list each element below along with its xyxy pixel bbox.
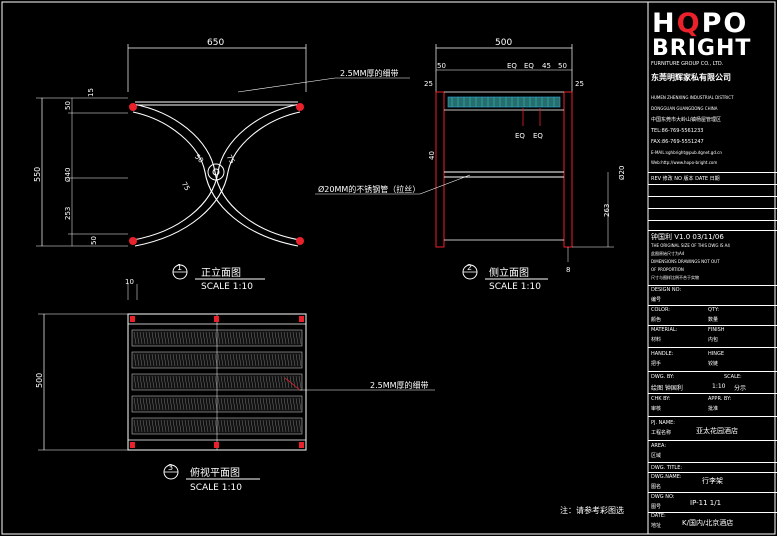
color-cn: 颜色 (651, 317, 662, 323)
address-line-2: DONGGUAN GUANGDONG CHINA (651, 106, 718, 111)
color-label: COLOR: (651, 307, 670, 313)
title-block: HQPO BRIGHT FURNITURE GROUP CO., LTD. 东莞… (648, 0, 777, 536)
dwg-name-cn: 图名 (651, 484, 662, 490)
front-view-number: 1 (177, 263, 182, 272)
handle-label: HANDLE: (651, 351, 674, 357)
appr-by-cn: 批准 (708, 406, 719, 412)
side-view-number: 2 (467, 263, 472, 272)
qty-label: QTY: (708, 307, 720, 313)
dim-side-eq3: EQ (515, 132, 525, 140)
dim-side-8: 8 (566, 266, 570, 274)
dwg-by-label: DWG. BY: (651, 374, 675, 380)
fax: FAX:86-769-5551247 (651, 139, 704, 145)
area-cn: 区域 (651, 453, 662, 459)
hinge-cn: 铰链 (708, 361, 719, 367)
top-view-number: 3 (168, 463, 173, 472)
qty-cn: 数量 (708, 317, 719, 323)
furniture-group: FURNITURE GROUP CO., LTD. (651, 61, 724, 67)
front-view-scale: SCALE 1:10 (201, 282, 253, 292)
bottom-note: 注：请参考彩图选 (560, 505, 624, 515)
dim-front-height: 550 (33, 167, 42, 182)
dim-side-263: 263 (603, 204, 611, 217)
project-name: 亚太花园酒店 (696, 427, 738, 435)
drawing-number: IP-11 1/1 (690, 499, 722, 507)
chk-by-label: CHK BY: (651, 396, 671, 402)
top-view-scale: SCALE 1:10 (190, 483, 242, 493)
area-label: AREA: (651, 443, 667, 449)
dim-front-253: 253 (64, 207, 72, 220)
dim-side-width: 500 (495, 38, 512, 48)
dwg-no-label: DWG NO: (651, 494, 675, 500)
scale-cn: 分示 (734, 385, 747, 392)
design-no-cn: 编号 (651, 297, 662, 303)
dwg-no-cn: 图号 (651, 504, 662, 510)
dim-side-25a: 25 (424, 80, 433, 88)
email: E-MAIL:sghbright@pub.dgnet.gd.cn (651, 150, 722, 155)
dwg-by-value: 绘图 钟国利 (651, 385, 683, 392)
note-tube-side: Ø20MM的不锈钢管（拉丝） (318, 184, 420, 194)
date-value: K/国内/北京酒店 (682, 519, 734, 527)
dim-side-25b: 25 (575, 80, 584, 88)
company-name-cn: 东莞明辉家私有限公司 (651, 73, 731, 82)
dwg-name-label: DWG.NAME: (651, 474, 682, 480)
side-view-scale: SCALE 1:10 (489, 282, 541, 292)
date-label: DATE: (651, 513, 666, 519)
date-cn: 地址 (651, 523, 662, 529)
note-belt-front: 2.5MM厚的细带 (340, 68, 399, 78)
dim-front-width: 650 (207, 38, 224, 48)
brand-logo: HQPO (652, 8, 749, 39)
drawing-name: 行李架 (702, 477, 723, 485)
hinge-label: HINGE (708, 351, 725, 357)
scale-value: 1:10 (712, 383, 726, 390)
material-label: MATERIAL: (651, 327, 678, 333)
brand-bright: BRIGHT (652, 36, 752, 61)
dim-side-eq2: EQ (524, 62, 534, 70)
version-row: 钟国利 V1.0 03/11/06 (651, 233, 724, 241)
original-size-4: OF PROPORTION (651, 267, 684, 272)
address-line-3: 中国东莞市大岭山镇杨屋管理区 (651, 117, 722, 123)
original-size-3: DIMENSIONS DRAWINGS NOT OUT (651, 259, 720, 264)
design-no-label: DESIGN NO: (651, 287, 682, 293)
pj-name-label: PJ. NAME: (651, 420, 675, 426)
material-cn: 材料 (651, 337, 662, 343)
finish-cn: 内包 (708, 337, 719, 343)
original-size-2: 此图原始尺寸为A4 (651, 251, 685, 256)
original-size-1: THE ORIGINAL SIZE OF THIS DWG IS A4 (651, 243, 730, 248)
scale-label: SCALE: (724, 374, 742, 380)
website: Web:http://www.hopo-bright.com (651, 160, 718, 165)
top-view-title: 俯视平面图 (190, 466, 240, 479)
pj-name-cn: 工程名称 (651, 430, 672, 436)
dim-top-500: 500 (35, 373, 44, 388)
dim-side-50a: 50 (437, 62, 446, 70)
tel: TEL:86-769-5561233 (651, 128, 704, 134)
dim-side-45: 45 (542, 62, 551, 70)
revision-header: REV 修改 NO 版本 DATE 日期 (651, 176, 720, 182)
dim-side-eq1: EQ (507, 62, 517, 70)
dwg-title-label: DWG. TITLE: (651, 465, 683, 471)
chk-by-cn: 审核 (651, 406, 662, 412)
dim-front-40: Ø40 (64, 168, 72, 182)
side-view-title: 侧立面图 (489, 266, 529, 279)
finish-label: FINISH (708, 327, 725, 333)
note-belt-top: 2.5MM厚的细带 (370, 380, 429, 390)
dim-front-50a: 50 (64, 101, 72, 110)
original-size-5: 尺寸与图样比例不合于实物 (651, 275, 699, 280)
dim-top-10: 10 (125, 278, 134, 286)
dim-front-15: 15 (87, 88, 95, 97)
address-line-1: HUMEN ZHENXING INDUSTRIAL DISTRICT (651, 95, 734, 100)
dim-front-50b: 50 (90, 236, 98, 245)
front-view-title: 正立面图 (201, 266, 241, 279)
dim-side-left: 40 (428, 151, 436, 160)
appr-by-label: APPR. BY: (708, 396, 732, 402)
dim-side-eq4: EQ (533, 132, 543, 140)
dim-side-20: Ø20 (618, 166, 626, 180)
dim-side-50b: 50 (558, 62, 567, 70)
handle-cn: 把手 (651, 361, 662, 367)
